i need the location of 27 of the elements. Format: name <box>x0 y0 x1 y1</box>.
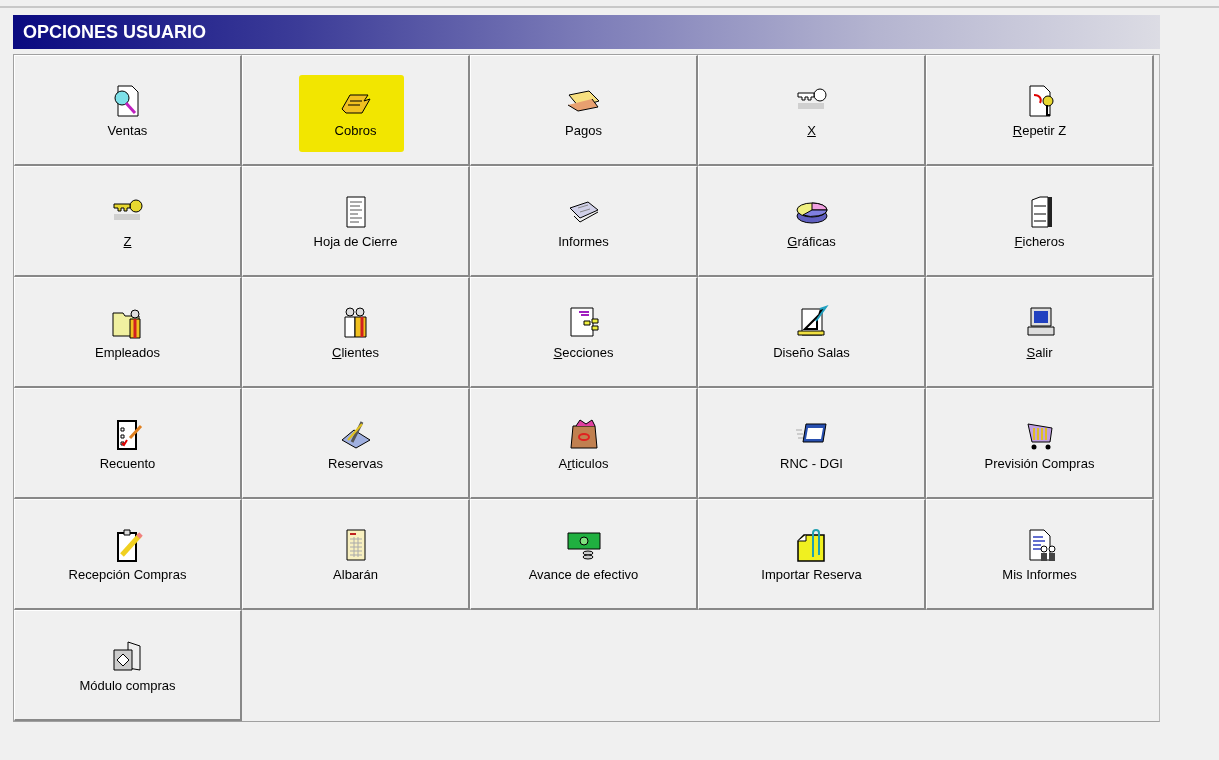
option-button[interactable]: Ficheros <box>926 166 1154 277</box>
option-button[interactable]: Importar Reserva <box>698 499 926 610</box>
option-button[interactable]: Avance de efectivo <box>470 499 698 610</box>
option-button[interactable]: Repetir Z <box>926 55 1154 166</box>
option-button[interactable]: Ventas <box>14 55 242 166</box>
option-button[interactable]: Módulo compras <box>14 610 242 721</box>
option-button[interactable]: Pagos <box>470 55 698 166</box>
section-header: OPCIONES USUARIO <box>13 15 1160 49</box>
option-button[interactable]: Mis Informes <box>926 499 1154 610</box>
option-button[interactable]: Clientes <box>242 277 470 388</box>
option-button[interactable]: Secciones <box>470 277 698 388</box>
option-button[interactable]: Articulos <box>470 388 698 499</box>
option-button[interactable]: Recuento <box>14 388 242 499</box>
option-button[interactable]: Informes <box>470 166 698 277</box>
option-button[interactable]: Reservas <box>242 388 470 499</box>
option-button[interactable]: Salir <box>926 277 1154 388</box>
option-button[interactable]: Hoja de Cierre <box>242 166 470 277</box>
option-button[interactable]: RNC - DGI <box>698 388 926 499</box>
option-button[interactable]: Gráficas <box>698 166 926 277</box>
option-button[interactable]: Diseño Salas <box>698 277 926 388</box>
option-button[interactable]: X <box>698 55 926 166</box>
option-button[interactable]: Z <box>14 166 242 277</box>
option-button[interactable]: Albarán <box>242 499 470 610</box>
option-button[interactable]: Recepción Compras <box>14 499 242 610</box>
option-button[interactable]: Cobros <box>242 55 470 166</box>
option-button[interactable]: Empleados <box>14 277 242 388</box>
option-button[interactable]: Previsión Compras <box>926 388 1154 499</box>
